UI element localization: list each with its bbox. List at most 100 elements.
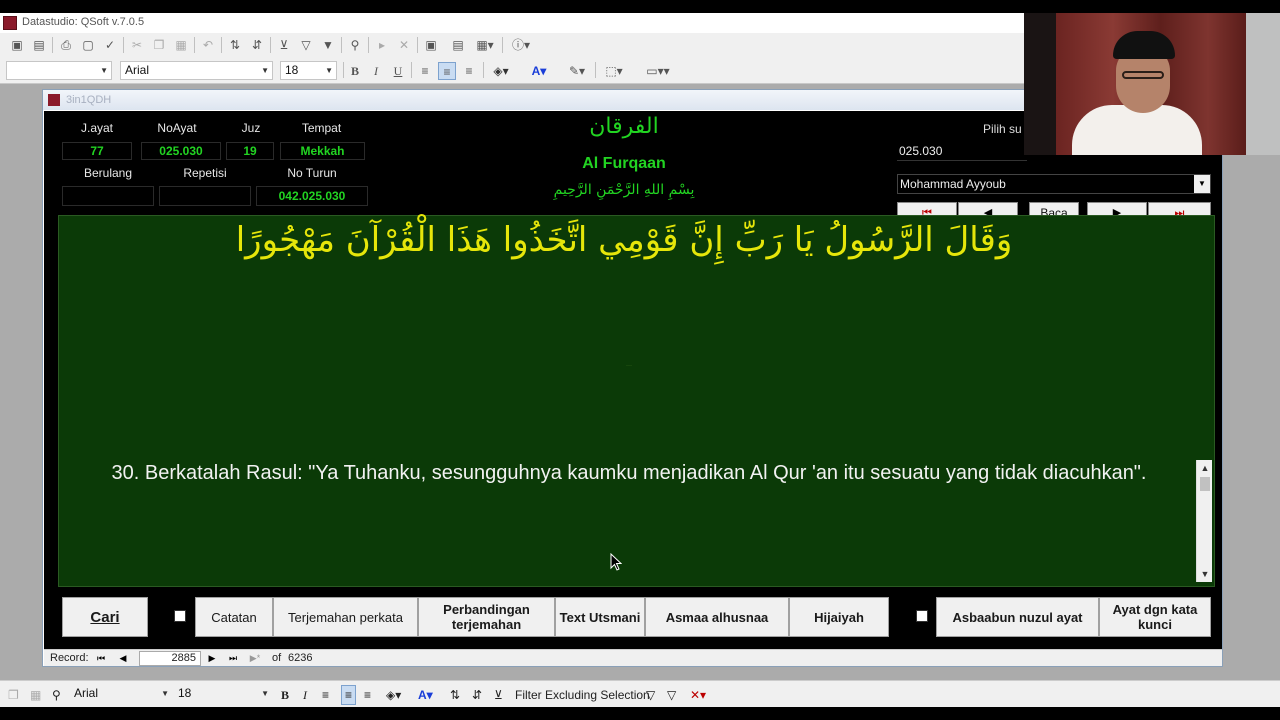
object-combo[interactable]: ▼ — [6, 61, 112, 80]
next-record-icon[interactable]: ▶ — [205, 651, 219, 665]
scroll-down-icon[interactable]: ▼ — [1197, 566, 1213, 582]
new-record-icon[interactable]: ▶* — [248, 651, 262, 665]
scroll-up-icon[interactable]: ▲ — [1197, 460, 1213, 476]
apply-filter-icon[interactable]: ▼ — [319, 36, 337, 54]
scroll-thumb[interactable] — [1200, 477, 1210, 491]
sort-descending-icon[interactable]: ⇵ — [248, 36, 266, 54]
print-icon[interactable]: ⎙ — [57, 36, 75, 54]
properties-icon[interactable]: ▣ — [422, 36, 440, 54]
berulang-field[interactable] — [62, 186, 154, 206]
bottom-font-name-combo[interactable]: Arial ▼ — [70, 685, 172, 704]
verse-panel: وَقَالَ الرَّسُولُ يَا رَبِّ إِنَّ قَوْم… — [58, 215, 1215, 587]
reciter-value: Mohammad Ayyoub — [900, 177, 1006, 191]
juz-field[interactable]: 19 — [226, 142, 274, 160]
new-object-icon[interactable]: ▦▾ — [473, 36, 497, 54]
sort-descending-icon[interactable]: ⇵ — [472, 688, 482, 702]
undo-icon[interactable]: ↶ — [199, 36, 217, 54]
align-right-icon[interactable]: ≡ — [460, 62, 478, 80]
cari-button[interactable]: Cari — [62, 597, 148, 637]
underline-icon[interactable]: U — [390, 62, 406, 80]
italic-icon[interactable]: I — [368, 62, 384, 80]
filter-selection-icon[interactable]: ⊻ — [275, 36, 293, 54]
cut-icon[interactable]: ✂ — [128, 36, 146, 54]
search-file-icon[interactable]: ▤ — [30, 36, 48, 54]
translation-scrollbar[interactable]: ▲ ▼ — [1196, 460, 1212, 582]
filter-icon[interactable]: ▽ — [646, 688, 655, 702]
fill-color-icon[interactable]: ◈▾ — [386, 688, 401, 702]
find-icon[interactable]: ⚲ — [346, 36, 364, 54]
filter-excluding-selection-button[interactable]: Filter Excluding Selection — [515, 688, 650, 702]
filter-form-icon[interactable]: ▽ — [297, 36, 315, 54]
separator — [221, 37, 222, 53]
align-right-icon[interactable]: ≡ — [364, 688, 371, 702]
font-color-icon[interactable]: A▾ — [525, 62, 553, 80]
prev-record-icon[interactable]: ◀ — [116, 651, 130, 665]
webcam-background-dark — [1024, 13, 1056, 155]
reciter-select[interactable]: Mohammad Ayyoub ▼ — [897, 174, 1211, 194]
align-left-icon[interactable]: ≡ — [322, 688, 329, 702]
text-utsmani-button[interactable]: Text Utsmani — [555, 597, 645, 637]
ayat-kata-kunci-button[interactable]: Ayat dgn kata kunci — [1099, 597, 1211, 637]
align-center-icon[interactable]: ≡ — [438, 62, 456, 80]
basmala-text: بِسْمِ اللهِ الرَّحْمَنِ الرَّحِيمِ — [553, 182, 695, 198]
copy-icon[interactable]: ❐ — [150, 36, 168, 54]
sort-ascending-icon[interactable]: ⇅ — [450, 688, 460, 702]
hijaiyah-button[interactable]: Hijaiyah — [789, 597, 889, 637]
line-width-icon[interactable]: ▭▾▾ — [638, 62, 678, 80]
last-record-icon[interactable]: ⏭ — [226, 651, 240, 665]
asbaabun-checkbox[interactable] — [916, 610, 928, 622]
tempat-field[interactable]: Mekkah — [280, 142, 365, 160]
paste-icon[interactable]: ▦ — [30, 688, 41, 702]
perbandingan-terjemahan-button[interactable]: Perbandingan terjemahan — [418, 597, 555, 637]
filter-form-icon[interactable]: ▽ — [667, 688, 676, 702]
copy-icon[interactable]: ❐ — [8, 688, 19, 702]
chevron-down-icon[interactable]: ▼ — [1194, 175, 1210, 193]
mouse-cursor-icon — [610, 553, 622, 571]
find-icon[interactable]: ⚲ — [52, 688, 61, 702]
remove-filter-icon[interactable]: ✕▾ — [690, 688, 706, 702]
database-window-icon[interactable]: ▤ — [449, 36, 467, 54]
print-preview-icon[interactable]: ▢ — [79, 36, 97, 54]
align-center-icon[interactable]: ≡ — [341, 685, 357, 705]
bottom-font-size-combo[interactable]: 18 ▼ — [174, 685, 272, 704]
repetisi-field[interactable] — [159, 186, 251, 206]
jayat-label: J.ayat — [80, 121, 113, 135]
align-left-icon[interactable]: ≡ — [416, 62, 434, 80]
new-record-icon[interactable]: ▸ — [373, 36, 391, 54]
sort-ascending-icon[interactable]: ⇅ — [226, 36, 244, 54]
filter-excluding-icon[interactable]: ⊻ — [494, 688, 503, 702]
line-color-icon[interactable]: ✎▾ — [563, 62, 591, 80]
border-icon[interactable]: ⬚▾ — [600, 62, 628, 80]
bold-icon[interactable]: B — [347, 62, 363, 80]
bold-icon[interactable]: B — [281, 688, 289, 703]
noturun-field[interactable]: 042.025.030 — [256, 186, 368, 206]
font-name-combo[interactable]: Arial ▼ — [120, 61, 273, 80]
pilih-surah-label: Pilih su — [983, 122, 1022, 136]
paste-icon[interactable]: ▦ — [172, 36, 190, 54]
noayat-field[interactable]: 025.030 — [141, 142, 221, 160]
ayat-reference-field[interactable]: 025.030 — [897, 141, 1027, 161]
record-navigator: Record: ⏮ ◀ 2885 ▶ ⏭ ▶* of 6236 — [44, 649, 1222, 666]
record-total: 6236 — [288, 652, 313, 664]
noayat-label: NoAyat — [157, 121, 197, 135]
catatan-button[interactable]: Catatan — [195, 597, 273, 637]
help-icon[interactable]: ⓘ▾ — [508, 36, 534, 54]
separator — [502, 37, 503, 53]
catatan-checkbox[interactable] — [174, 610, 186, 622]
delete-record-icon[interactable]: ✕ — [395, 36, 413, 54]
current-record-field[interactable]: 2885 — [139, 651, 201, 666]
terjemahan-perkata-button[interactable]: Terjemahan perkata — [273, 597, 418, 637]
asbaabun-nuzul-button[interactable]: Asbaabun nuzul ayat — [936, 597, 1099, 637]
save-icon[interactable]: ▣ — [8, 36, 26, 54]
italic-icon[interactable]: I — [303, 688, 307, 703]
font-color-icon[interactable]: A▾ — [418, 688, 433, 702]
first-record-icon[interactable]: ⏮ — [94, 651, 108, 665]
asmaa-alhusnaa-button[interactable]: Asmaa alhusnaa — [645, 597, 789, 637]
separator — [341, 37, 342, 53]
spelling-icon[interactable]: ✓ — [101, 36, 119, 54]
font-size-combo[interactable]: 18 ▼ — [280, 61, 337, 80]
juz-label: Juz — [241, 121, 261, 135]
jayat-field[interactable]: 77 — [62, 142, 132, 160]
separator — [411, 62, 412, 78]
fill-color-icon[interactable]: ◈▾ — [487, 62, 515, 80]
